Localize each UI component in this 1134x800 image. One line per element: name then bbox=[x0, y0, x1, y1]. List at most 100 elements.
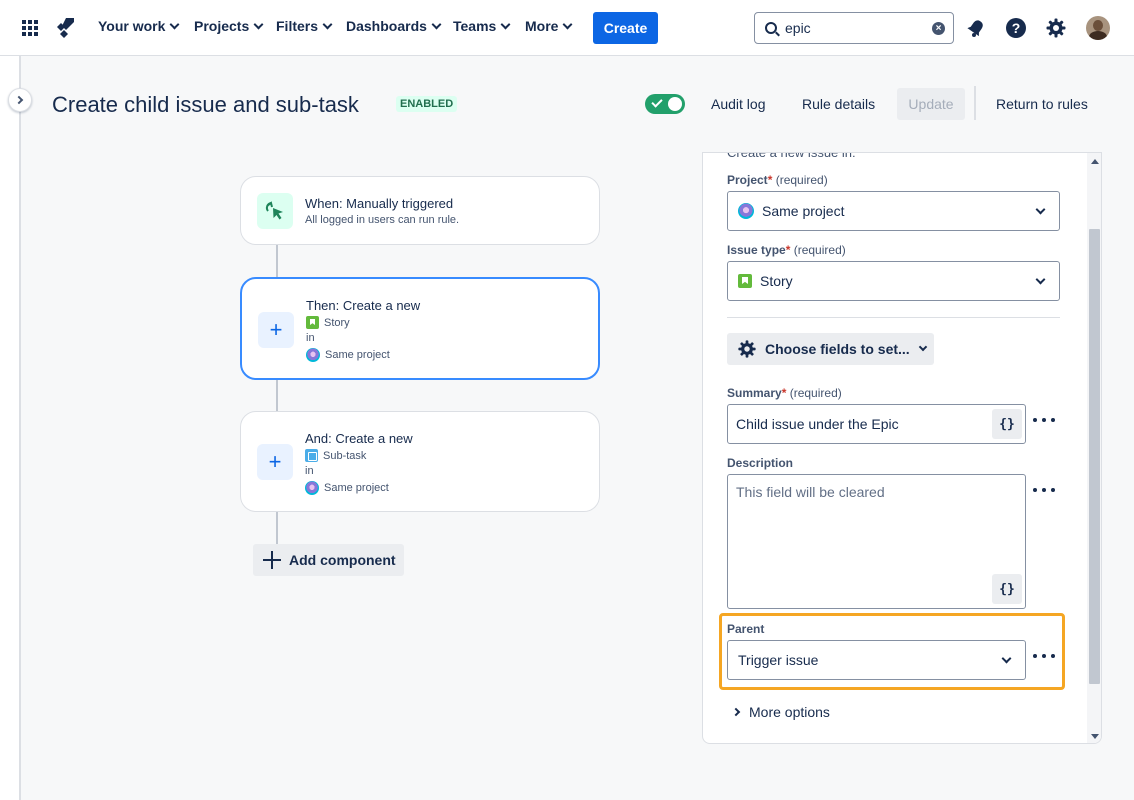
search-icon bbox=[765, 22, 777, 34]
chevron-down-icon bbox=[563, 19, 573, 29]
nav-more[interactable]: More bbox=[525, 18, 573, 34]
scroll-up-arrow-icon[interactable] bbox=[1091, 159, 1099, 164]
scrollbar-thumb[interactable] bbox=[1089, 229, 1100, 684]
clear-icon[interactable]: × bbox=[932, 22, 945, 35]
card-project: Same project bbox=[306, 348, 390, 362]
trigger-card[interactable]: When: Manually triggered All logged in u… bbox=[240, 176, 600, 245]
chevron-down-icon bbox=[253, 19, 264, 29]
card-in-label: in bbox=[305, 465, 314, 477]
more-options-label: More options bbox=[749, 704, 830, 720]
description-field-label: Description bbox=[727, 456, 794, 470]
nav-label: More bbox=[525, 18, 559, 34]
issue-type-select[interactable]: Story bbox=[727, 261, 1060, 301]
chevron-down-icon bbox=[1035, 274, 1046, 285]
issue-type-label: Story bbox=[324, 316, 350, 329]
card-project: Same project bbox=[305, 481, 389, 495]
update-button[interactable]: Update bbox=[897, 88, 965, 120]
nav-label: Dashboards bbox=[346, 18, 427, 34]
connector-line bbox=[276, 511, 278, 545]
plus-icon bbox=[263, 551, 281, 569]
chevron-right-icon bbox=[731, 707, 741, 717]
connector-line bbox=[276, 379, 278, 412]
app-switcher-icon[interactable] bbox=[22, 20, 38, 36]
summary-field-label: Summary* (required) bbox=[727, 386, 842, 400]
chevron-down-icon bbox=[169, 19, 180, 29]
component-config-panel: Create a new issue in: Project* (require… bbox=[702, 152, 1102, 744]
project-label: Same project bbox=[324, 482, 389, 494]
issue-type-field-label: Issue type* (required) bbox=[727, 243, 846, 257]
subtask-icon bbox=[305, 449, 318, 462]
smart-value-button[interactable]: {} bbox=[992, 409, 1022, 439]
rule-details-button[interactable]: Rule details bbox=[802, 96, 875, 112]
rule-enabled-toggle[interactable] bbox=[645, 94, 685, 114]
plus-icon: + bbox=[258, 312, 294, 348]
add-component-label: Add component bbox=[289, 552, 396, 568]
nav-your-work[interactable]: Your work bbox=[98, 18, 180, 34]
project-avatar-icon bbox=[738, 203, 754, 219]
add-component-button[interactable]: Add component bbox=[253, 544, 404, 576]
nav-teams[interactable]: Teams bbox=[453, 18, 511, 34]
panel-heading: Create a new issue in: bbox=[727, 152, 856, 160]
jira-logo-icon[interactable] bbox=[54, 16, 76, 38]
settings-gear-icon[interactable] bbox=[1044, 16, 1068, 40]
nav-filters[interactable]: Filters bbox=[276, 18, 333, 34]
svg-text:?: ? bbox=[1012, 20, 1021, 36]
status-badge: ENABLED bbox=[396, 96, 458, 112]
header-divider bbox=[974, 86, 976, 120]
left-sidebar-rail bbox=[0, 56, 21, 800]
connector-line bbox=[276, 245, 278, 278]
project-avatar-icon bbox=[306, 348, 320, 362]
parent-select[interactable]: Trigger issue bbox=[727, 640, 1026, 680]
nav-label: Your work bbox=[98, 18, 166, 34]
parent-more-actions-icon[interactable] bbox=[1033, 648, 1055, 664]
description-textarea[interactable]: This field will be cleared bbox=[727, 474, 1026, 609]
choose-fields-button[interactable]: Choose fields to set... bbox=[727, 333, 934, 365]
summary-value: Child issue under the Epic bbox=[736, 416, 899, 432]
description-more-actions-icon[interactable] bbox=[1033, 482, 1055, 498]
chevron-down-icon bbox=[1001, 653, 1012, 664]
chevron-down-icon bbox=[431, 19, 442, 29]
card-title: And: Create a new bbox=[305, 431, 413, 446]
search-input[interactable]: epic × bbox=[754, 12, 954, 44]
project-label: Same project bbox=[325, 349, 390, 361]
nav-label: Teams bbox=[453, 18, 497, 34]
manual-trigger-icon bbox=[257, 193, 293, 229]
search-value: epic bbox=[785, 20, 811, 36]
more-options-toggle[interactable]: More options bbox=[731, 704, 830, 720]
story-icon bbox=[306, 316, 319, 329]
action-card-create-story[interactable]: + Then: Create a new Story in Same proje… bbox=[240, 277, 600, 380]
nav-label: Projects bbox=[194, 18, 250, 34]
card-title: Then: Create a new bbox=[306, 298, 421, 313]
expand-sidebar-button[interactable] bbox=[8, 88, 32, 112]
choose-fields-label: Choose fields to set... bbox=[765, 341, 910, 357]
project-select[interactable]: Same project bbox=[727, 191, 1060, 231]
settings-gear-icon bbox=[738, 340, 756, 358]
plus-icon: + bbox=[257, 444, 293, 480]
summary-input[interactable]: Child issue under the Epic bbox=[727, 404, 1026, 444]
project-value: Same project bbox=[762, 203, 845, 219]
panel-scrollbar[interactable] bbox=[1087, 153, 1101, 743]
card-subtitle: All logged in users can run rule. bbox=[305, 214, 460, 226]
create-button[interactable]: Create bbox=[593, 12, 658, 44]
avatar[interactable] bbox=[1086, 16, 1110, 40]
story-icon bbox=[738, 274, 752, 288]
summary-more-actions-icon[interactable] bbox=[1033, 412, 1055, 428]
nav-projects[interactable]: Projects bbox=[194, 18, 264, 34]
nav-dashboards[interactable]: Dashboards bbox=[346, 18, 442, 34]
chevron-down-icon bbox=[500, 19, 511, 29]
audit-log-button[interactable]: Audit log bbox=[711, 96, 765, 112]
smart-value-button[interactable]: {} bbox=[992, 574, 1022, 604]
card-in-label: in bbox=[306, 332, 315, 344]
chevron-down-icon bbox=[1035, 204, 1046, 215]
return-to-rules-button[interactable]: Return to rules bbox=[996, 96, 1088, 112]
card-issue-type: Story bbox=[306, 316, 350, 329]
chevron-down-icon bbox=[322, 19, 333, 29]
notification-bell-icon[interactable] bbox=[964, 16, 988, 40]
panel-divider bbox=[727, 317, 1060, 318]
project-avatar-icon bbox=[305, 481, 319, 495]
help-icon[interactable]: ? bbox=[1004, 16, 1028, 40]
action-card-create-subtask[interactable]: + And: Create a new Sub-task in Same pro… bbox=[240, 411, 600, 512]
card-issue-type: Sub-task bbox=[305, 449, 366, 462]
scroll-down-arrow-icon[interactable] bbox=[1091, 734, 1099, 739]
page-title: Create child issue and sub-task bbox=[52, 92, 359, 117]
